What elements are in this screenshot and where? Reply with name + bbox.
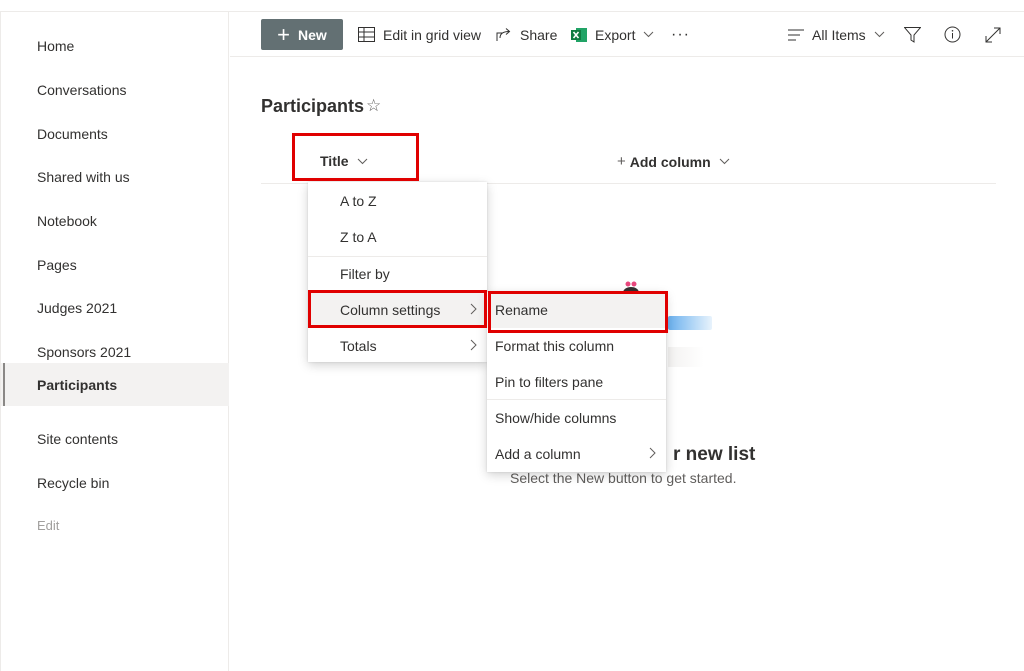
column-settings-label: Column settings (340, 302, 441, 318)
plus-icon: + (277, 21, 291, 47)
menu-item-rename[interactable]: Rename (487, 292, 666, 328)
share-button[interactable]: Share (496, 19, 557, 50)
nav-item-judges-2021[interactable]: Judges 2021 (1, 286, 229, 329)
expand-icon (985, 27, 1001, 42)
chevron-right-icon (649, 447, 656, 459)
chevron-down-icon (357, 158, 367, 164)
export-label: Export (595, 26, 636, 43)
more-actions-button[interactable]: ··· (671, 19, 690, 50)
chevron-down-icon (719, 158, 730, 165)
edit-grid-view-button[interactable]: Edit in grid view (358, 19, 481, 50)
view-selector-label: All Items (812, 26, 866, 43)
menu-item-sort-a-to-z[interactable]: A to Z (308, 183, 487, 219)
title-column-label: Title (320, 153, 349, 169)
excel-icon (571, 27, 587, 42)
sharepoint-list-page: Home Conversations Documents Shared with… (0, 0, 1024, 671)
nav-item-home[interactable]: Home (1, 24, 229, 67)
chevron-right-icon (470, 303, 477, 315)
add-column-label: Add column (629, 153, 711, 170)
empty-state-subtitle: Select the New button to get started. (510, 470, 737, 486)
menu-item-pin-to-filters[interactable]: Pin to filters pane (487, 364, 666, 400)
nav-item-participants[interactable]: Participants (1, 363, 229, 406)
command-bar: + New Edit in grid view Share Export ···… (230, 12, 1024, 57)
nav-item-site-contents[interactable]: Site contents (1, 417, 229, 460)
nav-item-shared-with-us[interactable]: Shared with us (1, 155, 229, 198)
share-label: Share (520, 26, 558, 43)
empty-state-title: r new list (673, 444, 756, 465)
view-selector[interactable]: All Items (788, 19, 893, 50)
filter-button[interactable] (904, 19, 929, 50)
menu-item-sort-z-to-a[interactable]: Z to A (308, 219, 487, 255)
add-column-button[interactable]: + Add column (617, 153, 730, 170)
nav-item-pages[interactable]: Pages (1, 243, 229, 286)
menu-item-format-column[interactable]: Format this column (487, 328, 666, 364)
menu-item-column-settings[interactable]: Column settings (308, 292, 487, 328)
chevron-down-icon (644, 31, 654, 38)
nav-edit-link[interactable]: Edit (1, 504, 229, 547)
star-icon[interactable]: ☆ (366, 96, 381, 116)
illustration-shadow (668, 347, 704, 367)
share-icon (496, 28, 511, 41)
illustration-bar (668, 316, 712, 330)
fullscreen-button[interactable] (985, 19, 1009, 50)
nav-item-recycle-bin[interactable]: Recycle bin (1, 461, 229, 504)
totals-label: Totals (340, 338, 377, 354)
menu-item-filter-by[interactable]: Filter by (308, 256, 487, 292)
left-navigation: Home Conversations Documents Shared with… (0, 12, 229, 671)
nav-item-documents[interactable]: Documents (1, 112, 229, 155)
menu-item-show-hide-columns[interactable]: Show/hide columns (487, 400, 666, 436)
lines-icon (788, 29, 804, 40)
export-button[interactable]: Export (571, 19, 662, 50)
page-title: Participants (261, 96, 365, 116)
nav-item-notebook[interactable]: Notebook (1, 199, 229, 242)
column-settings-submenu: Rename Format this column Pin to filters… (487, 292, 666, 472)
new-button[interactable]: + New (261, 19, 343, 50)
new-button-label: New (298, 26, 327, 43)
chevron-down-icon (874, 31, 885, 38)
title-column-header[interactable]: Title (320, 153, 368, 169)
edit-grid-view-label: Edit in grid view (383, 26, 482, 43)
plus-icon: + (617, 153, 626, 170)
info-icon (944, 26, 961, 43)
menu-item-totals[interactable]: Totals (308, 328, 487, 364)
column-context-menu: A to Z Z to A Filter by Column settings … (308, 182, 487, 362)
menu-item-add-a-column[interactable]: Add a column (487, 436, 666, 472)
filter-icon (904, 26, 921, 43)
add-a-column-label: Add a column (495, 446, 581, 462)
grid-icon (358, 27, 375, 42)
nav-item-conversations[interactable]: Conversations (1, 68, 229, 111)
chevron-right-icon (470, 339, 477, 351)
info-button[interactable] (944, 19, 969, 50)
